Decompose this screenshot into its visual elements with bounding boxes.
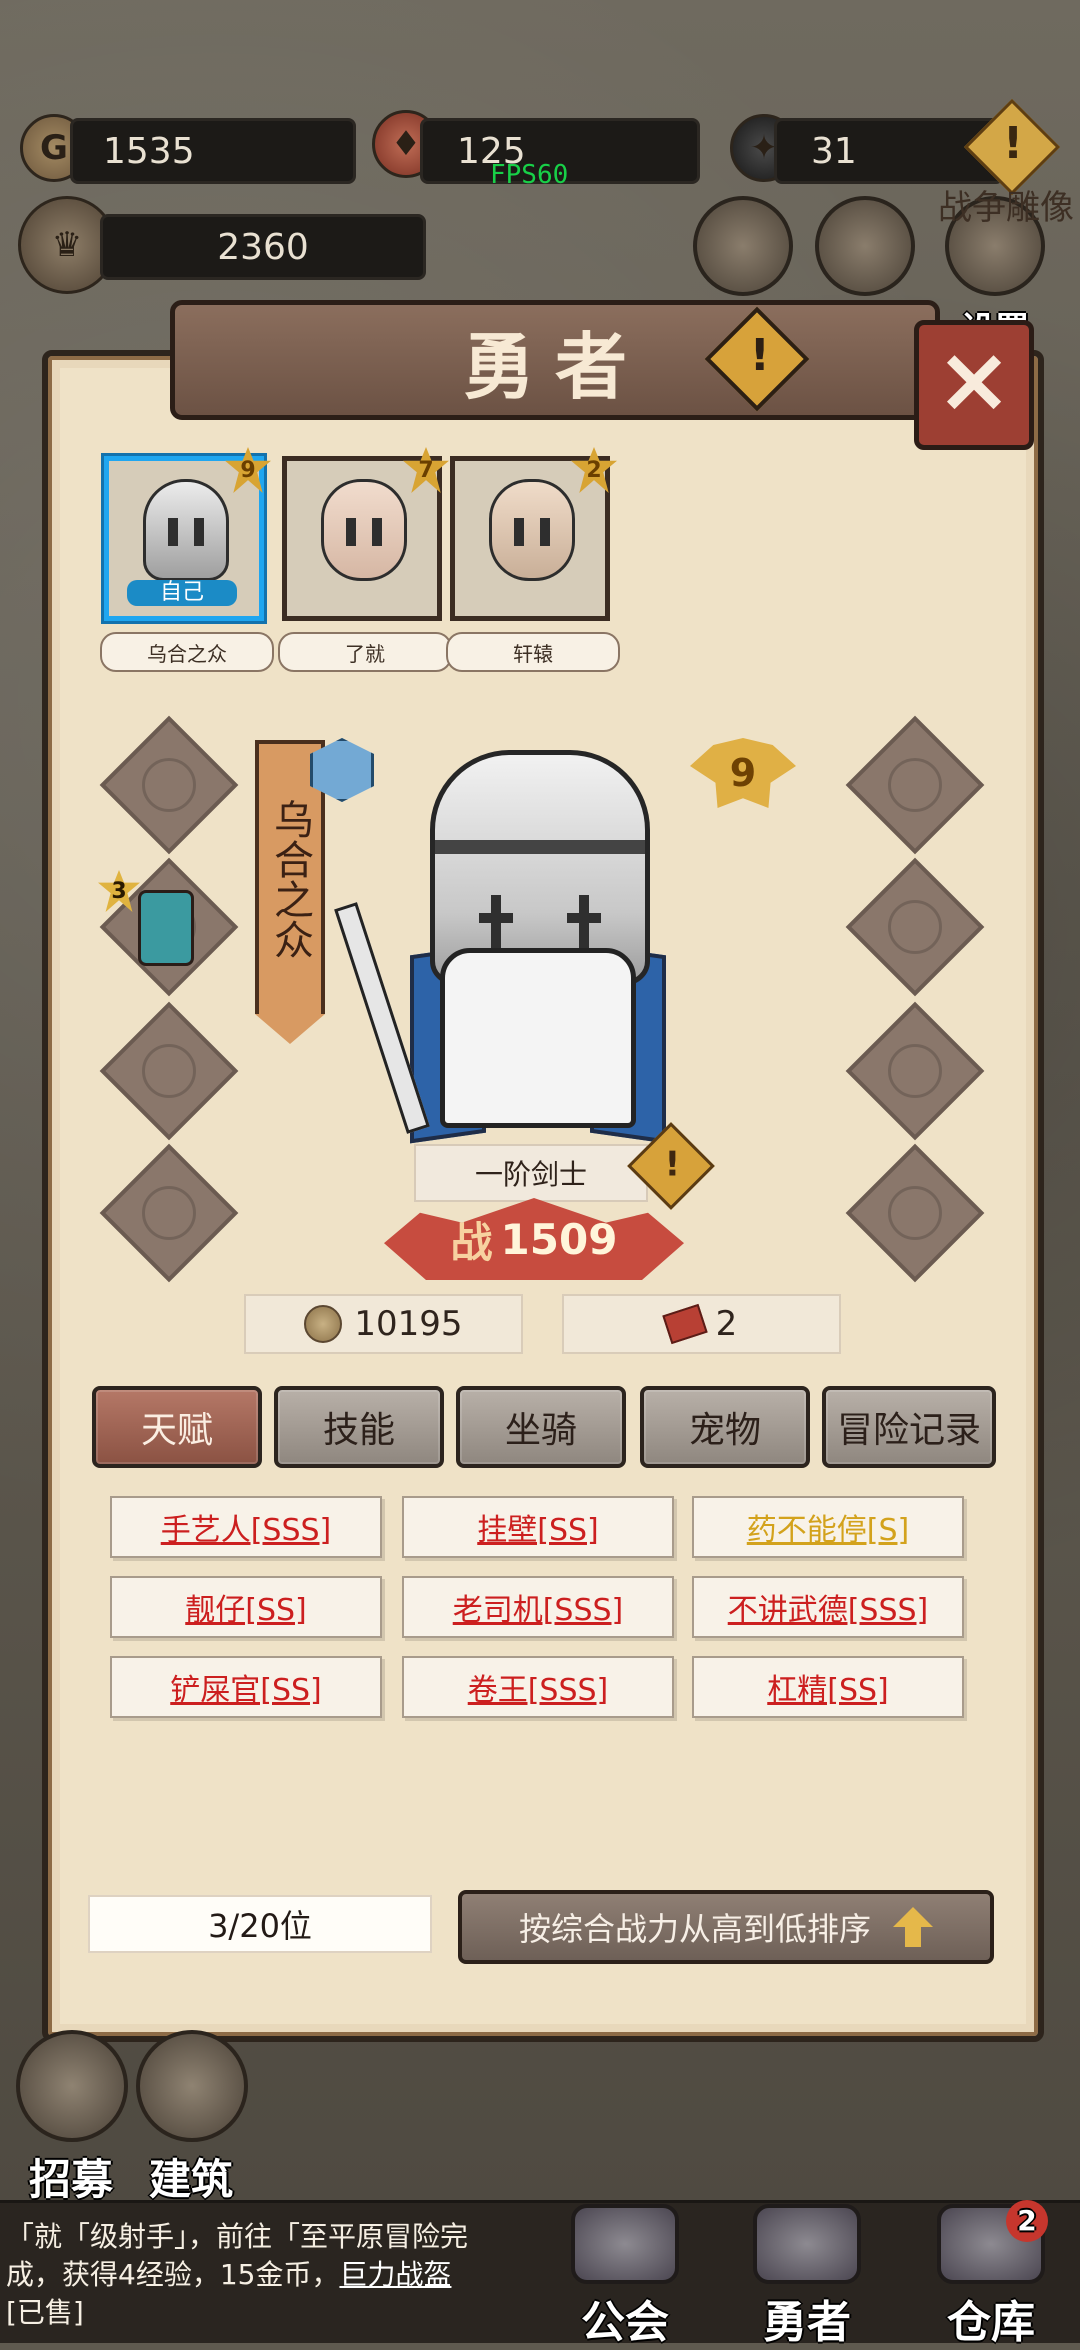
up-arrow-icon: [893, 1907, 933, 1947]
hero-name-1[interactable]: 乌合之众: [100, 632, 274, 672]
equipped-gear-icon[interactable]: [138, 890, 194, 966]
ticket-value: 2: [715, 1304, 738, 1344]
panel-title: 勇者: [462, 323, 647, 409]
gold-stat: 10195: [244, 1294, 523, 1354]
avatar-visor-left: [168, 518, 178, 546]
warehouse-badge: 2: [1006, 2200, 1048, 2242]
class-plate: 一阶剑士: [414, 1144, 648, 1202]
avatar-eye-left: [514, 518, 524, 546]
nav-guild-label: 公会: [581, 2297, 669, 2348]
recruit-label: 招募: [28, 2155, 113, 2204]
armor-body: [440, 948, 636, 1128]
nav-hero-label: 勇者: [763, 2297, 851, 2348]
avatar-visor-right: [194, 518, 204, 546]
close-icon: ×: [935, 326, 1013, 433]
ticket-stat: 2: [562, 1294, 841, 1354]
visor-line: [435, 840, 645, 854]
warning-icon: !: [664, 1144, 681, 1185]
talent-2[interactable]: 挂壁[SS]: [402, 1496, 674, 1558]
talent-1[interactable]: 手艺人[SSS]: [110, 1496, 382, 1558]
hero-name-2[interactable]: 了就: [278, 632, 452, 672]
hero-card-2[interactable]: 7: [282, 447, 449, 621]
self-tag: 自己: [127, 580, 237, 606]
panel-title-bar: 勇者: [170, 300, 940, 420]
selected-hero-figure: [328, 730, 708, 1170]
avatar-eye-right: [540, 518, 550, 546]
recruit-button[interactable]: 招募: [16, 2030, 128, 2207]
hero-card-3[interactable]: 2: [450, 447, 617, 621]
hero-name-3[interactable]: 轩辕: [446, 632, 620, 672]
visor-cross-left: [479, 895, 513, 949]
mail-icon: [815, 196, 915, 296]
fps-indicator: FPS60: [490, 160, 569, 190]
avatar-eye-left: [346, 518, 356, 546]
hero-card-1[interactable]: 9 自己: [104, 447, 271, 621]
nav-warehouse[interactable]: 仓库 2: [926, 2200, 1056, 2348]
rank-icon: [693, 196, 793, 296]
talent-6[interactable]: 不讲武德[SSS]: [692, 1576, 964, 1638]
sort-label: 按综合战力从高到低排序: [518, 1910, 871, 1948]
recruit-icon: [16, 2030, 128, 2142]
build-label: 建筑: [148, 2155, 233, 2204]
tab-adventure-log[interactable]: 冒险记录: [822, 1386, 996, 1468]
ticket-icon: [661, 1303, 708, 1345]
coin-value: 1535: [103, 130, 195, 172]
visor-cross-right: [567, 895, 601, 949]
avatar-eye-right: [372, 518, 382, 546]
swordsman-avatar: [489, 479, 575, 581]
tab-pet[interactable]: 宠物: [640, 1386, 810, 1468]
log-line-3: [已售]: [6, 2296, 84, 2329]
hero-helmet-icon: [753, 2204, 861, 2284]
tab-skill[interactable]: 技能: [274, 1386, 444, 1468]
guild-icon: [571, 2204, 679, 2284]
castle-icon: [136, 2030, 248, 2142]
log-line-1: 「就「级射手」，前往「至平原冒险完: [6, 2220, 469, 2253]
log-line-2-text: 成，获得4经验，15金币，: [6, 2258, 340, 2291]
talent-3[interactable]: 药不能停[S]: [692, 1496, 964, 1558]
statue-label: 战争雕像: [938, 188, 1074, 228]
warning-symbol-icon: !: [1003, 118, 1024, 169]
talent-5[interactable]: 老司机[SSS]: [402, 1576, 674, 1638]
power-value: 1509: [500, 1214, 618, 1264]
talent-9[interactable]: 杠精[SS]: [692, 1656, 964, 1718]
tab-talent[interactable]: 天赋: [92, 1386, 262, 1468]
gem-value: 31: [811, 130, 857, 172]
nav-hero[interactable]: 勇者: [742, 2204, 872, 2348]
coin-counter: 1535: [70, 118, 356, 184]
knight-avatar: [143, 479, 229, 581]
archer-avatar: [321, 479, 407, 581]
warning-icon: !: [749, 330, 770, 382]
nav-guild[interactable]: 公会: [560, 2204, 690, 2348]
talent-8[interactable]: 卷王[SSS]: [402, 1656, 674, 1718]
talent-7[interactable]: 铲屎官[SS]: [110, 1656, 382, 1718]
hero-count: 3/20位: [88, 1895, 432, 1953]
gold-value: 10195: [354, 1304, 463, 1344]
tab-mount[interactable]: 坐骑: [456, 1386, 626, 1468]
power-total-value: 2360: [217, 226, 309, 268]
sort-button[interactable]: 按综合战力从高到低排序: [458, 1890, 994, 1964]
power-total-counter: 2360: [100, 214, 426, 280]
nav-warehouse-label: 仓库: [947, 2297, 1035, 2348]
close-button[interactable]: ×: [914, 320, 1034, 450]
build-button[interactable]: 建筑: [136, 2030, 248, 2207]
log-item-link[interactable]: 巨力战盔: [339, 2258, 451, 2291]
talent-4[interactable]: 靓仔[SS]: [110, 1576, 382, 1638]
coin-icon: [304, 1305, 343, 1343]
log-line-2: 成，获得4经验，15金币，巨力战盔: [6, 2256, 526, 2294]
adventure-log: 「就「级射手」，前往「至平原冒险完 成，获得4经验，15金币，巨力战盔 [已售]: [6, 2218, 526, 2330]
